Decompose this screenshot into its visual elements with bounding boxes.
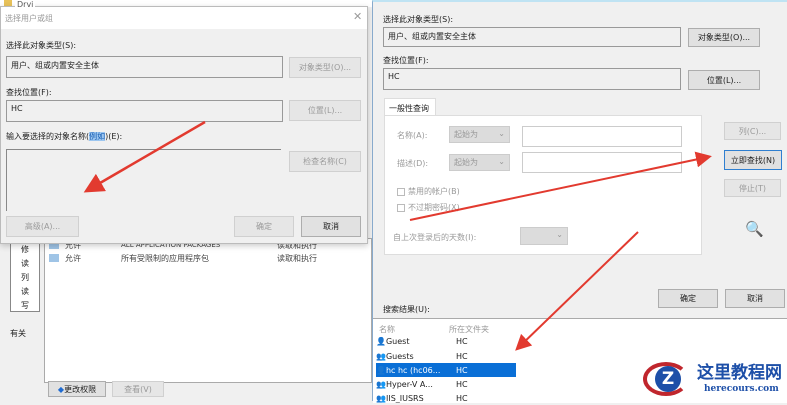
watermark-url: herecours.com: [704, 384, 779, 394]
arrow-to-find-now: [409, 151, 712, 221]
arrow-to-names-input: [83, 120, 206, 193]
arrow-to-results: [515, 231, 639, 351]
watermark-logo: Z: [643, 360, 691, 398]
watermark-title: 这里教程网: [697, 363, 782, 383]
explorer-tab[interactable]: Drvi: [15, 0, 36, 9]
annotation-arrows: [83, 120, 712, 351]
